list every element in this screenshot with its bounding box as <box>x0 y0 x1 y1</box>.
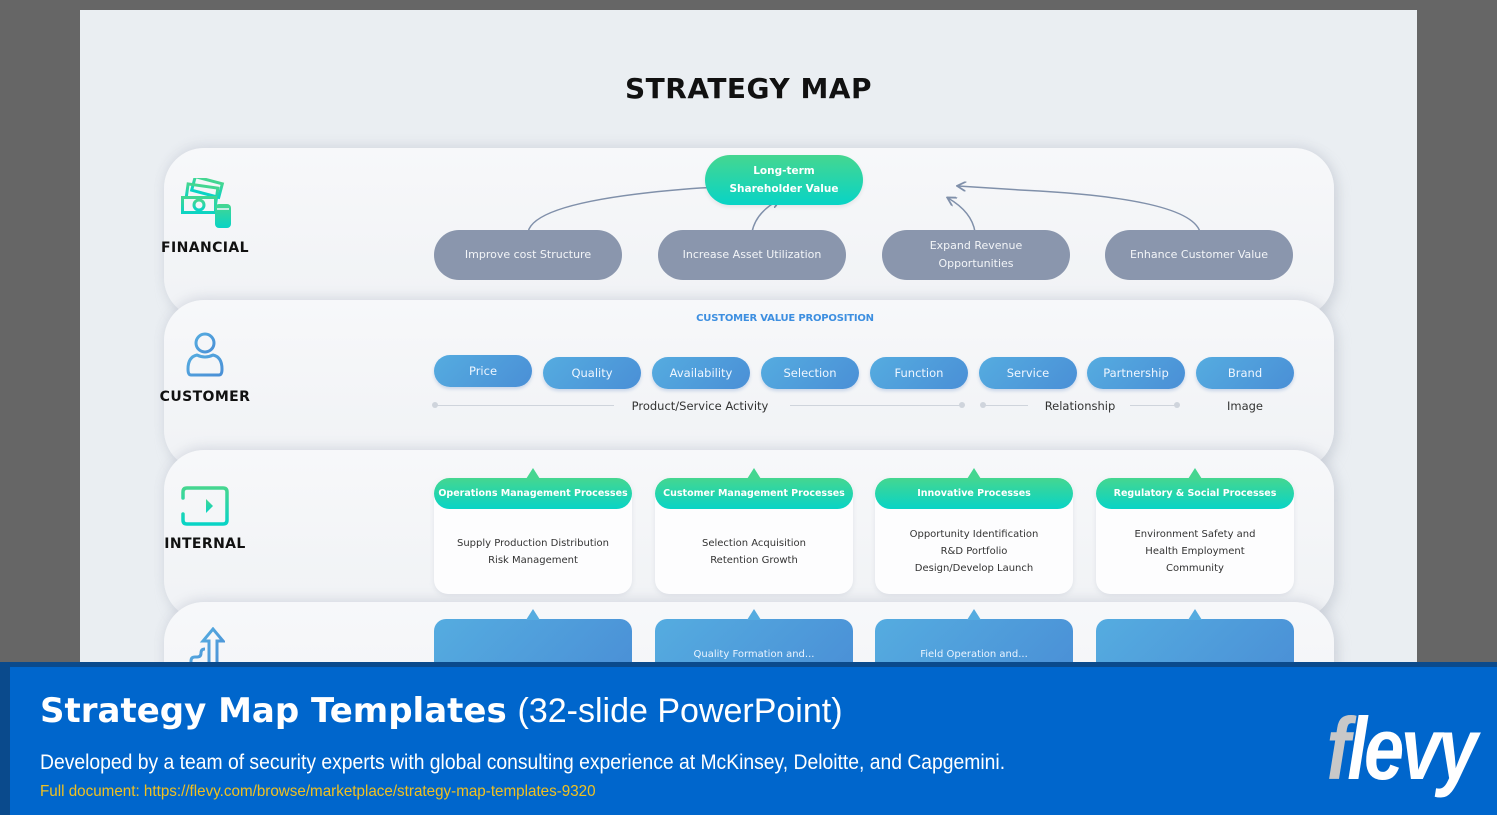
process-line: Retention Growth <box>710 554 798 566</box>
axis-line <box>436 405 614 406</box>
user-icon <box>186 332 224 377</box>
promo-banner-body: Strategy Map Templates (32-slide PowerPo… <box>10 667 1497 815</box>
learning-pointer <box>1188 609 1202 620</box>
banner-subtitle: Developed by a team of security experts … <box>40 751 1006 774</box>
process-title: Regulatory & Social Processes <box>1096 478 1294 509</box>
goal-shareholder-value: Long-term Shareholder Value <box>705 155 863 205</box>
attribute-pill: Selection <box>761 357 859 389</box>
process-card: Regulatory & Social Processes Environmen… <box>1096 468 1294 594</box>
process-line: R&D Portfolio <box>940 546 1008 557</box>
process-line: Supply Production Distribution <box>457 537 609 549</box>
perspective-financial: FINANCIAL <box>130 178 280 256</box>
goal-line-2: Shareholder Value <box>729 183 839 195</box>
money-icon <box>181 178 231 228</box>
driver-line-1: Expand Revenue <box>929 239 1023 252</box>
process-details: Environment Safety and Health Employment… <box>1096 509 1294 594</box>
perspective-label-customer: CUSTOMER <box>159 389 251 405</box>
process-line: Design/Develop Launch <box>914 563 1034 574</box>
process-line: Selection Acquisition <box>701 537 807 549</box>
axis-line <box>790 405 962 406</box>
learning-pointer <box>526 609 540 620</box>
process-line: Risk Management <box>488 554 578 566</box>
banner-title-light: (32-slide PowerPoint) <box>517 692 843 730</box>
process-card: Operations Management Processes Supply P… <box>434 468 632 594</box>
logo-f: f <box>1326 699 1351 798</box>
financial-driver: Expand Revenue Opportunities <box>882 230 1070 280</box>
process-details: Opportunity Identification R&D Portfolio… <box>875 509 1073 594</box>
attribute-pill: Availability <box>652 357 750 389</box>
banner-title-bold: Strategy Map Templates <box>40 691 507 731</box>
customer-value-proposition-title: CUSTOMER VALUE PROPOSITION <box>696 313 874 324</box>
learning-pointer <box>747 609 761 620</box>
group-label-relationship: Relationship <box>1044 399 1116 413</box>
driver-line-1: Improve cost Structure <box>464 248 592 261</box>
perspective-label-internal: INTERNAL <box>164 536 246 552</box>
process-title: Customer Management Processes <box>655 478 853 509</box>
sign-in-icon <box>181 486 229 526</box>
financial-driver: Improve cost Structure <box>434 230 622 280</box>
flevy-logo[interactable]: flevy <box>1327 705 1478 793</box>
attribute-pill: Price <box>434 355 532 387</box>
process-card: Innovative Processes Opportunity Identif… <box>875 468 1073 594</box>
perspective-internal: INTERNAL <box>130 486 280 552</box>
growth-arrow-icon <box>189 627 225 667</box>
process-details: Selection Acquisition Retention Growth <box>655 509 853 594</box>
learning-card-text: Quality Formation and... <box>693 649 815 660</box>
group-label-image: Image <box>1226 399 1264 413</box>
perspective-learning <box>130 627 280 667</box>
driver-line-1: Enhance Customer Value <box>1129 248 1269 261</box>
process-line: Environment Safety and <box>1134 529 1256 540</box>
process-title: Innovative Processes <box>875 478 1073 509</box>
process-line: Health Employment <box>1145 546 1245 557</box>
process-details: Supply Production Distribution Risk Mana… <box>434 509 632 594</box>
process-title: Operations Management Processes <box>434 478 632 509</box>
driver-line-1: Increase Asset Utilization <box>682 248 822 261</box>
process-line: Opportunity Identification <box>909 529 1039 540</box>
driver-line-2: Opportunities <box>938 257 1014 270</box>
financial-driver: Enhance Customer Value <box>1105 230 1293 280</box>
promo-banner: Strategy Map Templates (32-slide PowerPo… <box>0 662 1497 815</box>
group-label-product-service: Product/Service Activity <box>631 399 769 413</box>
learning-card-text: Field Operation and... <box>920 649 1028 660</box>
process-card: Customer Management Processes Selection … <box>655 468 853 594</box>
process-line: Community <box>1166 563 1224 574</box>
attribute-pill: Quality <box>543 357 641 389</box>
learning-pointer <box>967 609 981 620</box>
attribute-pill: Partnership <box>1087 357 1185 389</box>
banner-document-link[interactable]: Full document: https://flevy.com/browse/… <box>40 783 596 801</box>
goal-line-1: Long-term <box>753 165 815 177</box>
axis-line <box>1130 405 1176 406</box>
banner-title: Strategy Map Templates (32-slide PowerPo… <box>40 691 843 731</box>
attribute-pill: Brand <box>1196 357 1294 389</box>
attribute-pill: Service <box>979 357 1077 389</box>
logo-rest: levy <box>1347 699 1479 798</box>
slide-title: STRATEGY MAP <box>625 72 872 105</box>
axis-dot <box>1174 402 1180 408</box>
perspective-customer: CUSTOMER <box>130 331 280 405</box>
financial-driver: Increase Asset Utilization <box>658 230 846 280</box>
axis-line <box>984 405 1028 406</box>
attribute-pill: Function <box>870 357 968 389</box>
axis-dot <box>959 402 965 408</box>
perspective-label-financial: FINANCIAL <box>161 240 249 256</box>
